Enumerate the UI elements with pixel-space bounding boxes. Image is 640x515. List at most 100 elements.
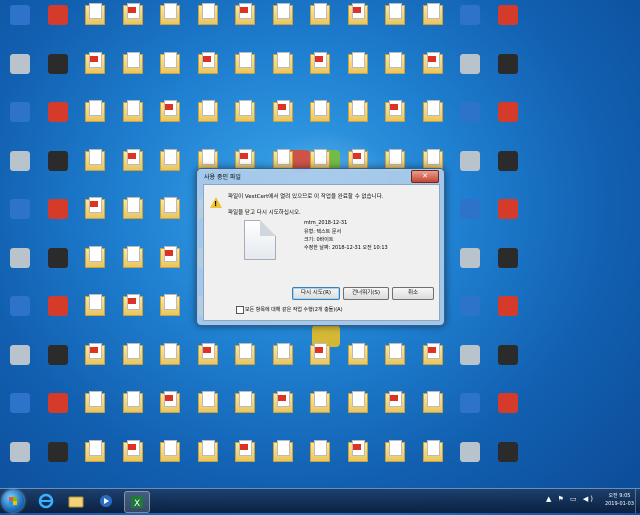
desktop-icon[interactable] — [2, 3, 38, 49]
desktop-icon[interactable] — [115, 391, 151, 437]
desktop-icon[interactable] — [415, 342, 451, 389]
clock[interactable]: 오전 9:05 2019-01-03 — [605, 492, 634, 508]
desktop-icon[interactable] — [40, 343, 76, 389]
desktop-icon[interactable] — [452, 100, 488, 146]
desktop-icon[interactable] — [265, 439, 301, 486]
desktop-icon[interactable] — [2, 100, 38, 146]
desktop-icon[interactable] — [227, 100, 263, 146]
desktop-icon[interactable] — [340, 439, 376, 486]
desktop-icon[interactable] — [77, 197, 113, 243]
desktop-icon[interactable] — [77, 148, 113, 195]
desktop-icon[interactable] — [115, 439, 151, 486]
desktop-icon[interactable] — [490, 149, 526, 195]
desktop-icon[interactable] — [490, 246, 526, 292]
desktop-icon[interactable] — [377, 100, 413, 146]
desktop-icon[interactable] — [152, 391, 188, 437]
desktop-icon[interactable] — [190, 439, 226, 486]
desktop-icon[interactable] — [40, 294, 76, 340]
desktop-icon[interactable] — [77, 245, 113, 292]
desktop-icon[interactable] — [227, 342, 263, 389]
desktop-icon[interactable] — [340, 391, 376, 437]
desktop-icon[interactable] — [40, 100, 76, 146]
desktop-icon[interactable] — [452, 52, 488, 98]
desktop-icon[interactable] — [415, 391, 451, 437]
desktop-icon[interactable] — [377, 439, 413, 486]
desktop-icon[interactable] — [490, 391, 526, 437]
dialog-close-button[interactable]: ✕ — [411, 170, 439, 183]
desktop-icon[interactable] — [490, 440, 526, 486]
desktop-icon[interactable] — [490, 294, 526, 340]
desktop-icon[interactable] — [77, 51, 113, 98]
desktop-icon[interactable] — [190, 342, 226, 389]
desktop-icon[interactable] — [152, 100, 188, 146]
desktop-icon[interactable] — [227, 391, 263, 437]
desktop-icon[interactable] — [40, 52, 76, 98]
desktop-icon[interactable] — [2, 391, 38, 437]
desktop-icon[interactable] — [115, 3, 151, 49]
system-tray[interactable]: ▲ ⚑ ▭ ◀) — [546, 495, 595, 503]
desktop-icon[interactable] — [40, 391, 76, 437]
cancel-button[interactable]: 취소 — [392, 287, 434, 300]
desktop-icon[interactable] — [265, 3, 301, 49]
desktop-icon[interactable] — [152, 342, 188, 389]
desktop-icon[interactable] — [340, 51, 376, 98]
show-desktop-button[interactable] — [635, 489, 640, 513]
desktop-icon[interactable] — [452, 440, 488, 486]
desktop-icon[interactable] — [490, 52, 526, 98]
desktop-icon[interactable] — [452, 3, 488, 49]
desktop-icon[interactable] — [2, 343, 38, 389]
desktop-icon[interactable] — [190, 391, 226, 437]
desktop-icon[interactable] — [115, 100, 151, 146]
desktop-icon[interactable] — [340, 342, 376, 389]
desktop-icon[interactable] — [415, 3, 451, 49]
apply-to-all-checkbox[interactable] — [236, 306, 244, 314]
desktop-icon[interactable] — [152, 51, 188, 98]
desktop-icon[interactable] — [152, 3, 188, 49]
desktop-icon[interactable] — [2, 149, 38, 195]
desktop-icon[interactable] — [452, 197, 488, 243]
desktop-icon[interactable] — [227, 51, 263, 98]
desktop-icon[interactable] — [340, 100, 376, 146]
desktop-icon[interactable] — [265, 342, 301, 389]
desktop-icon[interactable] — [452, 343, 488, 389]
desktop-icon[interactable] — [152, 197, 188, 243]
desktop-icon[interactable] — [302, 391, 338, 437]
taskbar-ie-button[interactable] — [34, 491, 58, 511]
desktop-icon[interactable] — [2, 197, 38, 243]
desktop-icon[interactable] — [490, 197, 526, 243]
taskbar-excel-button[interactable]: X — [124, 491, 150, 513]
desktop-icon[interactable] — [415, 100, 451, 146]
desktop-icon[interactable] — [115, 197, 151, 243]
desktop-icon[interactable] — [452, 391, 488, 437]
desktop-icon[interactable] — [302, 439, 338, 486]
desktop-icon[interactable] — [377, 51, 413, 98]
desktop-icon[interactable] — [152, 245, 188, 292]
desktop-icon[interactable] — [77, 391, 113, 437]
desktop-icon[interactable] — [265, 51, 301, 98]
desktop-icon[interactable] — [115, 148, 151, 195]
desktop-icon[interactable] — [452, 294, 488, 340]
desktop-icon[interactable] — [340, 3, 376, 49]
desktop-icon[interactable] — [490, 3, 526, 49]
desktop-icon[interactable] — [40, 149, 76, 195]
desktop-icon[interactable] — [265, 100, 301, 146]
desktop-icon[interactable] — [302, 3, 338, 49]
desktop-icon[interactable] — [77, 439, 113, 486]
desktop-icon[interactable] — [152, 148, 188, 195]
desktop-icon[interactable] — [2, 440, 38, 486]
desktop-icon[interactable] — [302, 100, 338, 146]
desktop-icon[interactable] — [2, 246, 38, 292]
desktop-icon[interactable] — [2, 294, 38, 340]
desktop-icon[interactable] — [115, 342, 151, 389]
desktop-icon[interactable] — [77, 3, 113, 49]
dialog-titlebar[interactable]: 사용 중인 파일 ✕ — [197, 169, 444, 183]
desktop-icon[interactable] — [415, 439, 451, 486]
retry-button[interactable]: 다시 시도(R) — [292, 287, 340, 300]
desktop-icon[interactable] — [490, 100, 526, 146]
desktop-icon[interactable] — [377, 391, 413, 437]
desktop-icon[interactable] — [265, 391, 301, 437]
desktop-icon[interactable] — [452, 246, 488, 292]
desktop-icon[interactable] — [2, 52, 38, 98]
desktop-icon[interactable] — [115, 245, 151, 292]
desktop-icon[interactable] — [190, 51, 226, 98]
